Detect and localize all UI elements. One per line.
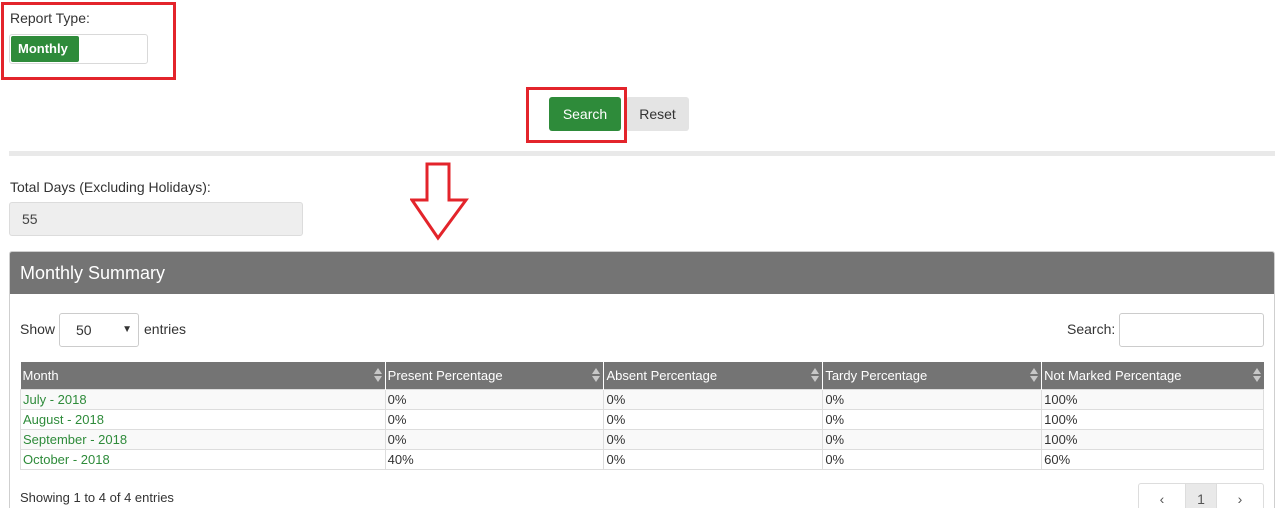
show-label: Show: [20, 321, 56, 337]
column-header-absent[interactable]: Absent Percentage: [603, 362, 824, 389]
not-marked-cell: 100%: [1041, 408, 1264, 430]
entries-label: entries: [144, 321, 187, 337]
absent-cell: 0%: [603, 408, 824, 430]
sort-icon: [373, 368, 382, 382]
table-row: August - 2018 0% 0% 0% 100%: [20, 408, 1264, 430]
not-marked-cell: 100%: [1041, 428, 1264, 450]
tardy-cell: 0%: [822, 408, 1043, 430]
total-days-label: Total Days (Excluding Holidays):: [10, 179, 211, 195]
table-search-label: Search:: [1067, 321, 1116, 337]
tardy-cell: 0%: [822, 388, 1043, 410]
absent-cell: 0%: [603, 448, 824, 470]
month-link[interactable]: October - 2018: [20, 448, 386, 470]
tardy-cell: 0%: [822, 428, 1043, 450]
table-info: Showing 1 to 4 of 4 entries: [20, 490, 174, 505]
reset-button[interactable]: Reset: [626, 97, 689, 131]
sort-icon: [592, 368, 601, 382]
pagination: ‹ 1 ›: [1138, 483, 1264, 508]
previous-page-button[interactable]: ‹: [1139, 484, 1185, 508]
present-cell: 40%: [384, 448, 605, 470]
present-cell: 0%: [384, 388, 605, 410]
not-marked-cell: 100%: [1041, 388, 1264, 410]
column-header-present[interactable]: Present Percentage: [385, 362, 605, 389]
column-header-tardy[interactable]: Tardy Percentage: [822, 362, 1043, 389]
down-arrow-icon: [410, 162, 469, 241]
sort-icon: [811, 368, 820, 382]
table-search-input[interactable]: [1119, 313, 1264, 347]
present-cell: 0%: [384, 428, 605, 450]
next-page-button[interactable]: ›: [1217, 484, 1263, 508]
entries-per-page-select[interactable]: 50 ▼: [59, 313, 139, 347]
table-header-row: Month Present Percentage Absent Percenta…: [20, 362, 1264, 389]
sort-icon: [1252, 368, 1261, 382]
monthly-summary-table: Month Present Percentage Absent Percenta…: [20, 362, 1264, 470]
highlight-box-search: [526, 87, 627, 143]
page-1-button[interactable]: 1: [1185, 484, 1217, 508]
absent-cell: 0%: [603, 388, 824, 410]
month-link[interactable]: September - 2018: [20, 428, 386, 450]
section-divider: [9, 151, 1275, 156]
table-row: October - 2018 40% 0% 0% 60%: [20, 448, 1264, 470]
tardy-cell: 0%: [822, 448, 1043, 470]
month-link[interactable]: August - 2018: [20, 408, 386, 430]
caret-down-icon: ▼: [122, 324, 132, 335]
total-days-field: 55: [9, 202, 303, 236]
column-header-not-marked[interactable]: Not Marked Percentage: [1041, 362, 1264, 389]
column-header-month[interactable]: Month: [20, 362, 386, 389]
sort-icon: [1030, 368, 1039, 382]
table-row: July - 2018 0% 0% 0% 100%: [20, 388, 1264, 410]
month-link[interactable]: July - 2018: [20, 388, 386, 410]
not-marked-cell: 60%: [1041, 448, 1264, 470]
entries-select-value: 50: [76, 322, 92, 338]
absent-cell: 0%: [603, 428, 824, 450]
present-cell: 0%: [384, 408, 605, 430]
panel-title: Monthly Summary: [10, 252, 1274, 294]
highlight-box-report-type: [1, 2, 176, 80]
table-row: September - 2018 0% 0% 0% 100%: [20, 428, 1264, 450]
